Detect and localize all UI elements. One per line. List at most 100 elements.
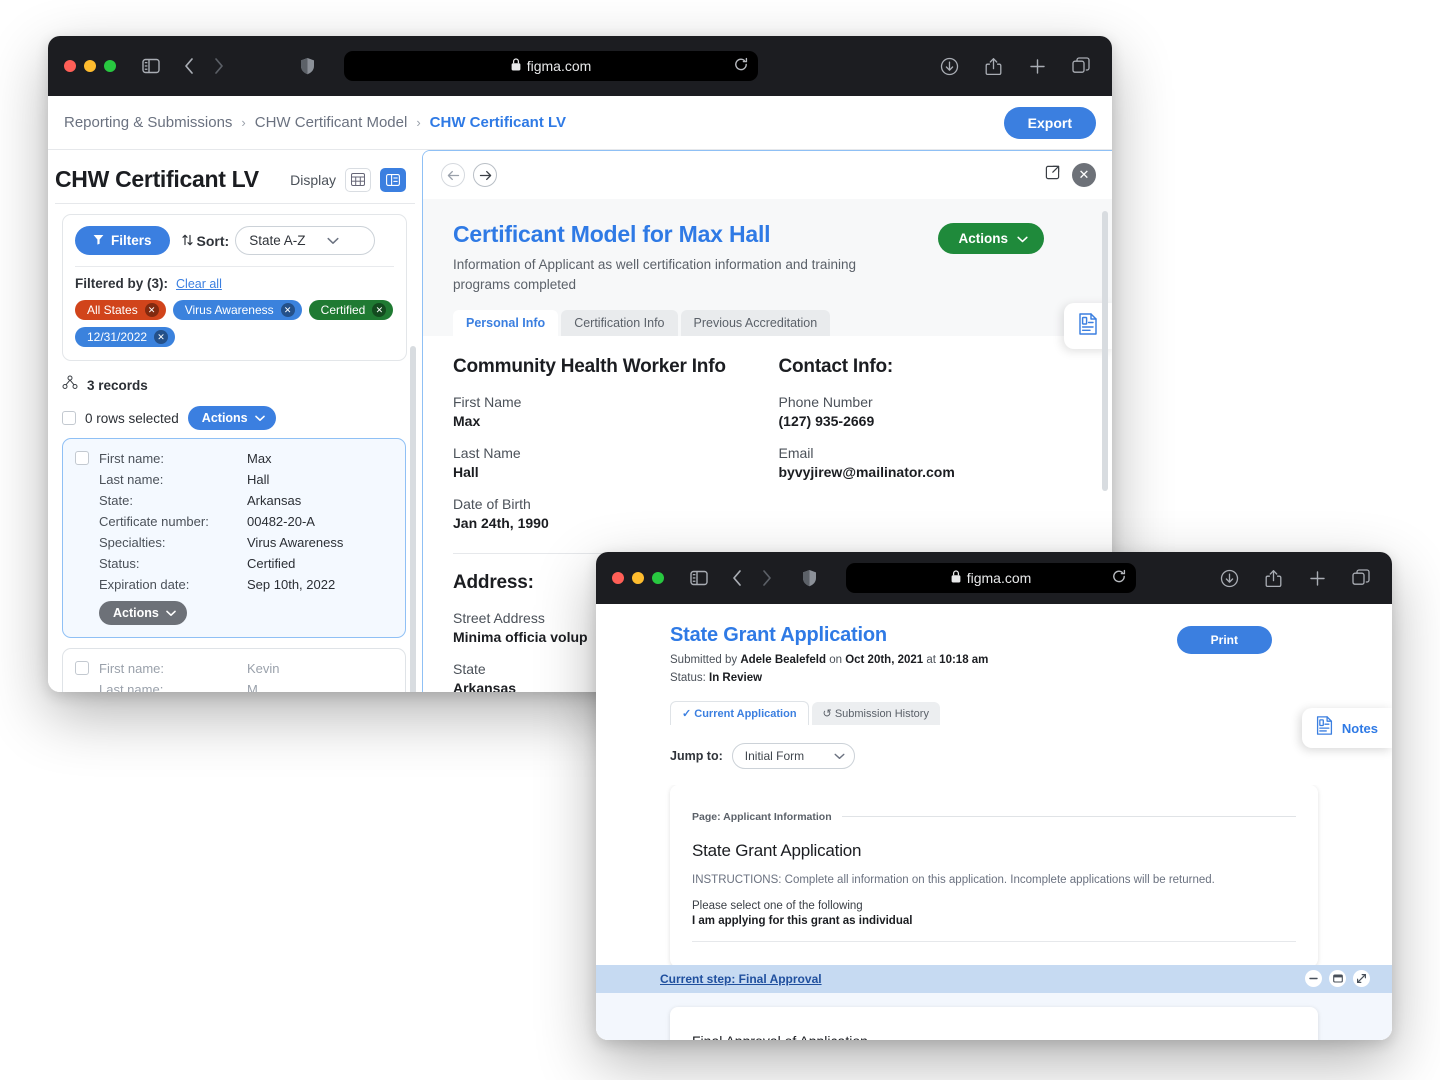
divider — [75, 266, 394, 267]
detail-forward-button[interactable] — [473, 163, 497, 187]
grant-app-body: State Grant Application Submitted by Ade… — [596, 604, 1392, 1040]
remove-chip-icon[interactable]: ✕ — [372, 303, 387, 317]
field-value: Hall — [453, 464, 479, 481]
breadcrumb-item-reporting[interactable]: Reporting & Submissions — [64, 114, 232, 131]
jump-to-select[interactable]: Initial Form — [731, 742, 856, 769]
filters-button-label: Filters — [111, 233, 152, 248]
close-window-dot[interactable] — [612, 572, 624, 584]
close-window-dot[interactable] — [64, 60, 76, 72]
address-bar[interactable]: figma.com — [846, 563, 1136, 593]
filter-chip-label: Certified — [320, 303, 366, 317]
filter-box: Filters Sort: State A-Z Filtered by (3):… — [62, 214, 407, 361]
window-step-button[interactable] — [1329, 970, 1346, 988]
tab-personal-info[interactable]: Personal Info — [453, 310, 559, 337]
record-field-label: First name: — [99, 661, 165, 676]
reload-icon[interactable] — [734, 57, 748, 75]
divider — [55, 203, 415, 204]
record-card-max-hall[interactable]: First name: Max Last name: Hall State: A… — [62, 438, 406, 638]
plus-icon[interactable] — [1302, 563, 1332, 593]
filtered-by-label: Filtered by (3): — [75, 276, 169, 291]
field-label: First Name — [453, 394, 522, 411]
record-actions-button[interactable]: Actions — [99, 601, 187, 625]
clear-all-link[interactable]: Clear all — [176, 277, 222, 291]
detail-scrollbar[interactable] — [1102, 211, 1108, 491]
record-field-label: Specialties: — [99, 535, 166, 550]
record-field-value: Kevin — [247, 661, 280, 676]
detail-back-button[interactable] — [441, 163, 465, 187]
field-email: Email byvyjirew@mailinator.com — [779, 445, 1083, 480]
sort-arrows-icon — [181, 233, 193, 249]
tab-overview-icon[interactable] — [1346, 563, 1376, 593]
tab-previous-accreditation[interactable]: Previous Accreditation — [680, 310, 831, 337]
forward-arrow-icon[interactable] — [204, 51, 234, 81]
remove-chip-icon[interactable]: ✕ — [280, 303, 295, 317]
shield-icon[interactable] — [292, 51, 322, 81]
export-button[interactable]: Export — [1003, 106, 1096, 139]
card-view-button[interactable] — [380, 167, 406, 192]
tab-overview-icon[interactable] — [1066, 51, 1096, 81]
close-detail-button[interactable]: ✕ — [1072, 163, 1096, 187]
address-bar-url: figma.com — [966, 570, 1032, 586]
breadcrumb-item-current[interactable]: CHW Certificant LV — [430, 114, 566, 131]
current-step-link[interactable]: Current step: Final Approval — [660, 972, 822, 986]
plus-icon[interactable] — [1022, 51, 1052, 81]
sort-select[interactable]: State A-Z — [235, 226, 376, 255]
sidebar-toggle-icon[interactable] — [136, 51, 166, 81]
share-icon[interactable] — [1258, 563, 1288, 593]
detail-actions-button[interactable]: Actions — [938, 223, 1044, 254]
network-nodes-icon — [62, 375, 78, 395]
record-checkbox[interactable] — [75, 661, 89, 675]
funnel-icon — [93, 233, 104, 248]
breadcrumb-item-model[interactable]: CHW Certificant Model — [255, 114, 408, 131]
divider — [841, 816, 1296, 818]
download-icon[interactable] — [1214, 563, 1244, 593]
open-external-icon[interactable] — [1045, 165, 1060, 185]
select-all-checkbox[interactable] — [62, 411, 76, 425]
grid-view-button[interactable] — [345, 167, 371, 192]
minimize-step-button[interactable] — [1305, 970, 1322, 988]
address-bar[interactable]: figma.com — [344, 51, 758, 81]
share-icon[interactable] — [978, 51, 1008, 81]
print-button[interactable]: Print — [1176, 626, 1272, 654]
tab-submission-history[interactable]: ↺ Submission History — [811, 701, 940, 725]
forward-arrow-icon[interactable] — [752, 563, 782, 593]
maximize-window-dot[interactable] — [104, 60, 116, 72]
remove-chip-icon[interactable]: ✕ — [144, 303, 159, 317]
tab-certification-info[interactable]: Certification Info — [561, 310, 678, 337]
record-card-kevin-m[interactable]: First name: Kevin Last name: M State: Ma… — [62, 648, 406, 692]
filters-button[interactable]: Filters — [75, 226, 170, 255]
filter-chip-certified[interactable]: Certified ✕ — [308, 300, 394, 320]
record-field-label: Status: — [99, 556, 140, 571]
remove-chip-icon[interactable]: ✕ — [154, 330, 169, 344]
expand-step-button[interactable] — [1353, 970, 1370, 988]
divider — [692, 940, 1296, 942]
maximize-window-dot[interactable] — [652, 572, 664, 584]
tab-current-application[interactable]: ✓ Current Application — [670, 700, 809, 725]
document-page-applicant-information: Page: Applicant Information State Grant … — [670, 784, 1318, 967]
grant-submitted-meta: Submitted by Adele Bealefeld on Oct 20th… — [670, 652, 1366, 688]
sort-label-text: Sort: — [196, 232, 230, 249]
browser-toolbar-right — [934, 51, 1096, 81]
bulk-actions-button[interactable]: Actions — [187, 406, 276, 430]
document-heading: State Grant Application — [692, 840, 862, 860]
window-traffic-lights[interactable] — [612, 572, 664, 584]
minimize-window-dot[interactable] — [632, 572, 644, 584]
document-answer: I am applying for this grant as individu… — [692, 914, 913, 927]
sidebar-toggle-icon[interactable] — [684, 563, 714, 593]
back-arrow-icon[interactable] — [722, 563, 752, 593]
notes-panel-tab[interactable]: Notes — [1301, 708, 1392, 748]
document-instructions: INSTRUCTIONS: Complete all information o… — [692, 873, 1215, 886]
list-scrollbar[interactable] — [410, 346, 416, 692]
minimize-window-dot[interactable] — [84, 60, 96, 72]
filter-chip-all-states[interactable]: All States ✕ — [75, 300, 166, 320]
reload-icon[interactable] — [1112, 569, 1126, 587]
field-last-name: Last Name Hall — [453, 445, 757, 480]
shield-icon[interactable] — [794, 563, 824, 593]
filter-chip-virus-awareness[interactable]: Virus Awareness ✕ — [172, 300, 302, 320]
download-icon[interactable] — [934, 51, 964, 81]
window-traffic-lights[interactable] — [64, 60, 116, 72]
back-arrow-icon[interactable] — [174, 51, 204, 81]
filter-chip-date[interactable]: 12/31/2022 ✕ — [75, 327, 176, 347]
browser-window-grant: figma.com State Grant Application Submit… — [596, 552, 1392, 1040]
record-checkbox[interactable] — [75, 451, 89, 465]
